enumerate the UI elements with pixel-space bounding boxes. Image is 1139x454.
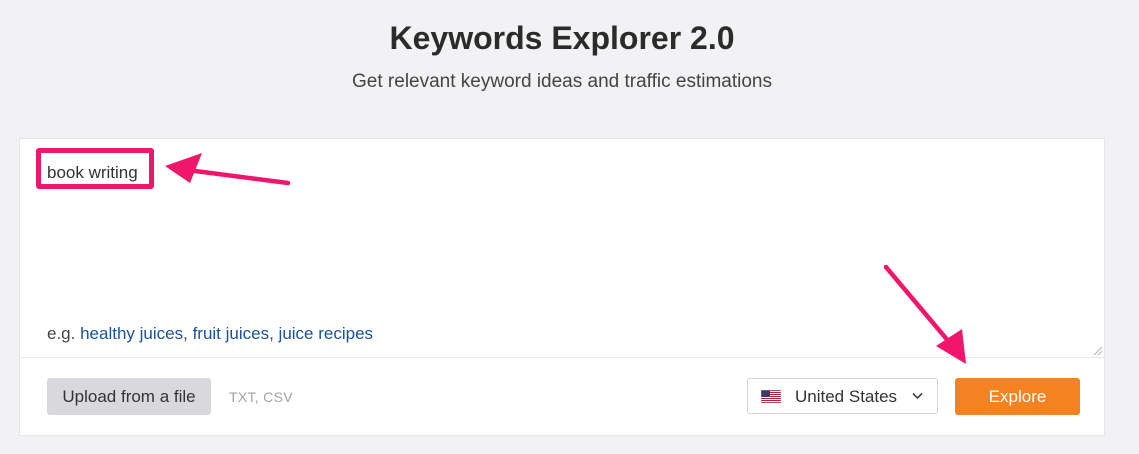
examples-prefix: e.g. [47, 324, 76, 343]
upload-file-button[interactable]: Upload from a file [47, 378, 211, 415]
search-panel: e.g. healthy juices, fruit juices, juice… [19, 138, 1105, 436]
explore-button[interactable]: Explore [955, 378, 1080, 415]
file-types-hint: TXT, CSV [229, 389, 293, 405]
country-select[interactable]: United States [747, 378, 938, 414]
page-subtitle: Get relevant keyword ideas and traffic e… [352, 71, 772, 92]
example-link-fruit-juices[interactable]: fruit juices [193, 324, 270, 343]
page-title: Keywords Explorer 2.0 [389, 20, 735, 56]
keywords-textarea[interactable]: e.g. healthy juices, fruit juices, juice… [20, 139, 1104, 358]
us-flag-icon [761, 390, 781, 403]
keywords-input[interactable] [47, 161, 747, 185]
example-link-healthy-juices[interactable]: healthy juices [80, 324, 183, 343]
country-select-value: United States [795, 387, 898, 406]
example-link-juice-recipes[interactable]: juice recipes [279, 324, 374, 343]
examples-separator: , [269, 324, 279, 343]
chevron-down-icon [912, 392, 923, 400]
examples-separator: , [183, 324, 193, 343]
resize-handle-icon[interactable] [1093, 346, 1102, 355]
keyword-examples: e.g. healthy juices, fruit juices, juice… [47, 324, 373, 344]
